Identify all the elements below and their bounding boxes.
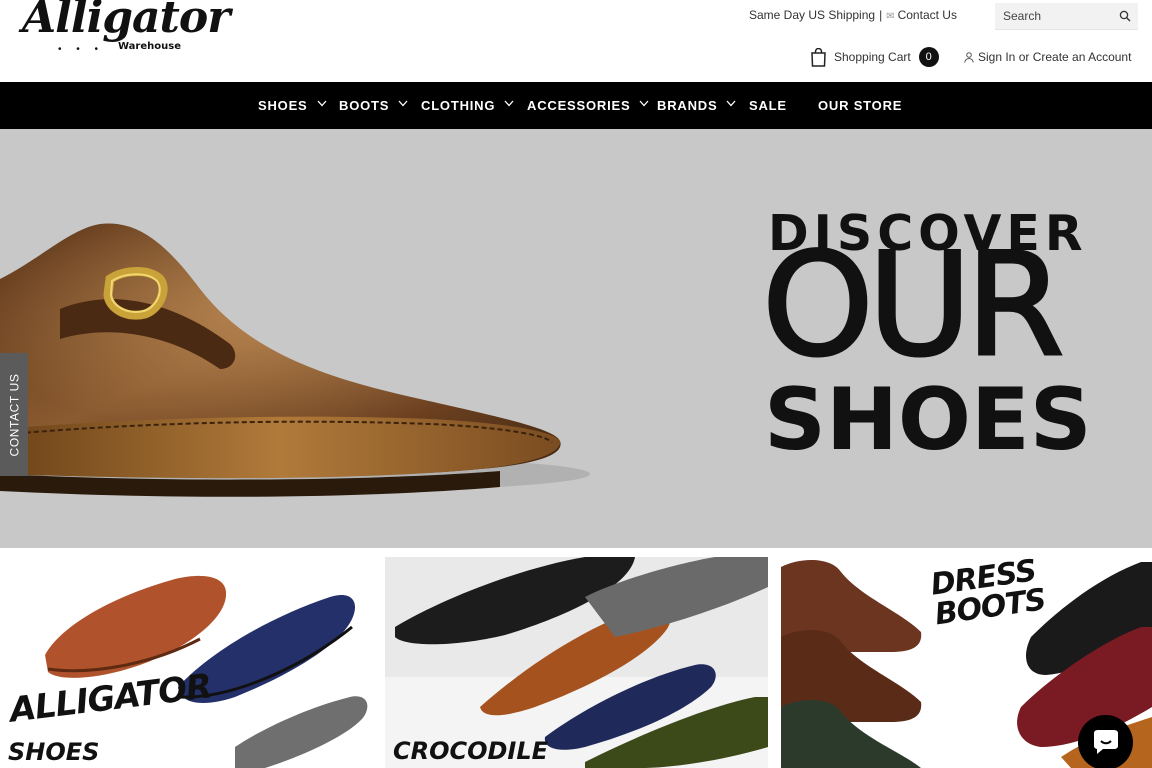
- nav-item-sale[interactable]: SALE: [749, 82, 787, 129]
- search-input[interactable]: [995, 3, 1110, 28]
- hero-banner[interactable]: DISCOVER OUR SHOES: [0, 129, 1152, 548]
- cart-label: Shopping Cart: [834, 50, 911, 64]
- nav-item-our-store[interactable]: OUR STORE: [818, 82, 902, 129]
- main-nav: SHOES BOOTS CLOTHING ACCESSORIES BRANDS …: [0, 82, 1152, 129]
- nav-label: OUR STORE: [818, 98, 903, 113]
- tile-label-crocodile: CROCODILE: [393, 737, 549, 765]
- nav-label: SHOES: [258, 98, 308, 113]
- tile-label-dress-boots: DRESS BOOTS: [929, 557, 1048, 632]
- nav-label: BRANDS: [657, 98, 718, 113]
- nav-label: ACCESSORIES: [527, 98, 631, 113]
- logo-wordmark: Alligator: [22, 0, 230, 43]
- site-header: Alligator • • • Warehouse Same Day US Sh…: [0, 0, 1152, 82]
- nav-label: BOOTS: [339, 98, 390, 113]
- chevron-down-icon: [398, 100, 408, 107]
- category-tile-crocodile[interactable]: CROCODILE: [385, 557, 768, 768]
- monk-strap-shoe-image: [0, 223, 590, 497]
- top-utility-bar: Same Day US Shipping | ✉ Contact Us: [749, 8, 957, 22]
- chevron-down-icon: [726, 100, 736, 107]
- chevron-down-icon: [317, 100, 327, 107]
- logo-subtitle: Warehouse: [118, 41, 181, 52]
- shopping-bag-icon: [811, 47, 826, 67]
- account-label: Sign In or Create an Account: [978, 50, 1132, 64]
- nav-item-clothing[interactable]: CLOTHING: [421, 82, 514, 129]
- nav-item-accessories[interactable]: ACCESSORIES: [527, 82, 649, 129]
- nav-label: SALE: [749, 98, 787, 113]
- tile-label-shoes: SHOES: [8, 738, 100, 766]
- nav-label: CLOTHING: [421, 98, 496, 113]
- chevron-down-icon: [639, 100, 649, 107]
- category-tile-alligator-shoes[interactable]: ALLIGATOR SHOES: [0, 557, 382, 768]
- shipping-notice: Same Day US Shipping: [749, 8, 876, 22]
- alligator-shoes-image: [45, 575, 368, 768]
- cart-count-badge: 0: [918, 47, 939, 67]
- hero-line-our: OUR: [760, 223, 1065, 388]
- search-icon[interactable]: [1119, 10, 1131, 22]
- chat-bubble-icon: [1093, 729, 1118, 754]
- user-icon: [964, 51, 974, 63]
- contact-us-link[interactable]: Contact Us: [898, 8, 957, 22]
- chevron-down-icon: [504, 100, 514, 107]
- nav-item-brands[interactable]: BRANDS: [657, 82, 736, 129]
- mail-icon: ✉: [886, 11, 895, 22]
- contact-us-side-tab[interactable]: CONTACT US: [0, 353, 28, 476]
- hero-line-shoes: SHOES: [764, 370, 1092, 470]
- nav-item-boots[interactable]: BOOTS: [339, 82, 408, 129]
- topbar-separator: |: [879, 8, 883, 22]
- nav-item-shoes[interactable]: SHOES: [258, 82, 327, 129]
- account-link[interactable]: Sign In or Create an Account: [964, 50, 1131, 64]
- search-box: [995, 3, 1138, 30]
- logo-dots: • • •: [58, 44, 105, 55]
- site-logo[interactable]: Alligator • • • Warehouse: [20, 0, 230, 64]
- shopping-cart-link[interactable]: Shopping Cart 0: [810, 46, 939, 68]
- chat-button[interactable]: [1078, 715, 1133, 768]
- contact-tab-label: CONTACT US: [7, 373, 21, 456]
- category-tiles: ALLIGATOR SHOES CROCODILE DRESS BOOTS: [0, 548, 1152, 768]
